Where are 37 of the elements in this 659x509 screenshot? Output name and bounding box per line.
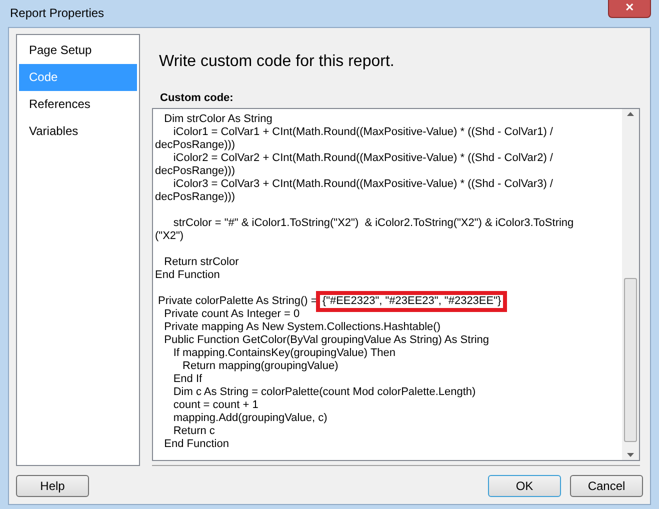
code-line: Public Function GetColor(ByVal groupingValue As String) As String [163, 334, 490, 347]
code-line: iColor3 = ColVar3 + CInt(Math.Round((MaxPositive-Value) * ((Shd - ColVar3) / [172, 178, 553, 191]
close-button[interactable]: ✕ [608, 0, 651, 18]
code-editor[interactable] [152, 108, 640, 461]
code-line: decPosRange))) [155, 191, 236, 204]
code-line: decPosRange))) [155, 165, 236, 178]
code-line: Dim c As String = colorPalette(count Mod colorPalette.Length) [172, 386, 476, 399]
sidebar-item[interactable]: Variables [19, 118, 137, 144]
code-line: End Function [163, 438, 229, 451]
code-line: strColor = "#" & iColor1.ToString("X2") & iColor2.ToString("X2") & iColor3.ToString [172, 217, 574, 230]
code-line: mapping.Add(groupingValue, c) [172, 412, 328, 425]
code-line: End Function [155, 269, 220, 282]
code-line: If mapping.ContainsKey(groupingValue) Then [172, 347, 396, 360]
cancel-button[interactable]: Cancel [570, 475, 643, 497]
scroll-down-icon[interactable] [627, 453, 634, 457]
code-label: Custom code: [159, 90, 234, 106]
code-line: End If [172, 373, 202, 386]
code-line: iColor1 = ColVar1 + CInt(Math.Round((MaxPositive-Value) * ((Shd - ColVar1) / [172, 126, 553, 139]
code-line: Private mapping As New System.Collections.Hashtable() [163, 321, 441, 334]
code-line: Return mapping(groupingValue) [182, 360, 338, 373]
code-line: Return c [172, 425, 215, 438]
scrollbar[interactable] [622, 109, 639, 460]
code-line: count = count + 1 [172, 399, 258, 412]
scroll-thumb[interactable] [624, 278, 637, 442]
ok-button[interactable]: OK [488, 475, 561, 497]
code-line: Private count As Integer = 0 [163, 308, 300, 321]
window-title: Report Properties [10, 5, 104, 22]
code-line: Return strColor [163, 256, 239, 269]
help-button[interactable]: Help [16, 475, 89, 497]
sidebar-item[interactable]: Page Setup [19, 36, 137, 64]
sidebar-item[interactable]: References [19, 90, 137, 118]
scroll-up-icon[interactable] [627, 112, 634, 116]
code-line: Dim strColor As String [163, 113, 272, 126]
code-line: iColor2 = ColVar2 + CInt(Math.Round((MaxPositive-Value) * ((Shd - ColVar2) / [172, 152, 553, 165]
code-line: ("X2") [155, 230, 184, 243]
code-line: decPosRange))) [155, 139, 236, 152]
page-heading: Write custom code for this report. [158, 52, 394, 72]
